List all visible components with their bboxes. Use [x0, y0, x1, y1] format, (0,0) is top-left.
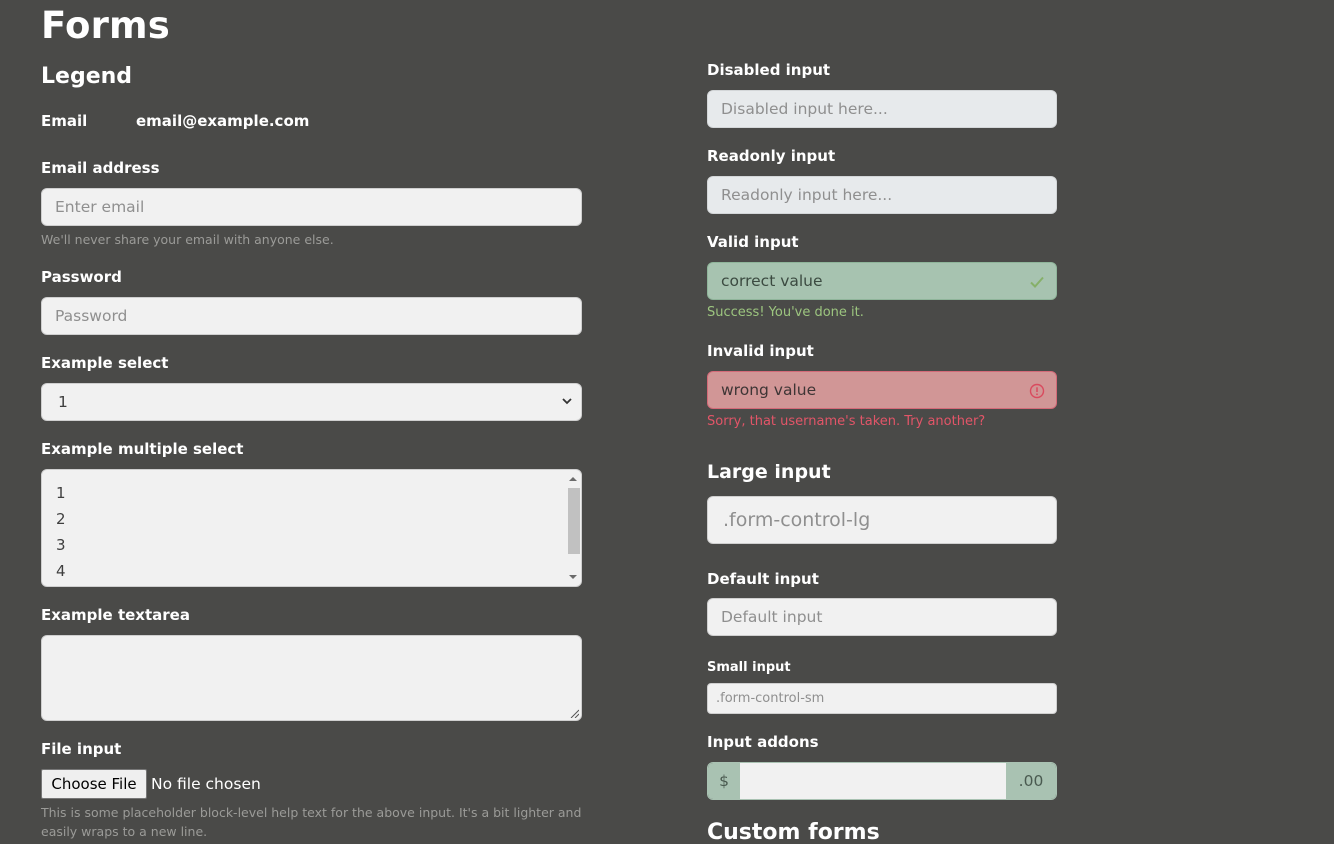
invalid-input-value: wrong value — [721, 381, 817, 399]
multi-option-4[interactable]: 4 — [56, 558, 66, 584]
large-input-heading: Large input — [707, 461, 831, 483]
invalid-feedback: Sorry, that username's taken. Try anothe… — [707, 414, 986, 429]
password-placeholder: Password — [55, 307, 128, 325]
password-label: Password — [41, 268, 122, 286]
invalid-input[interactable]: wrong value — [707, 371, 1057, 409]
multi-select-label: Example multiple select — [41, 440, 244, 458]
forms-page: Forms Legend Email email@example.com Ema… — [0, 0, 1334, 844]
multi-option-1[interactable]: 1 — [56, 480, 66, 506]
chevron-down-icon — [562, 398, 572, 405]
example-textarea[interactable] — [41, 635, 582, 721]
input-addon-group: $ .00 — [707, 762, 1057, 800]
readonly-input-label: Readonly input — [707, 147, 836, 165]
readonly-input[interactable]: Readonly input here... — [707, 176, 1057, 214]
multi-select-options: 1 2 3 4 — [56, 480, 66, 584]
select-label: Example select — [41, 354, 169, 372]
addon-suffix: .00 — [1006, 763, 1056, 799]
valid-input-value: correct value — [721, 272, 823, 290]
textarea-label: Example textarea — [41, 606, 190, 624]
multi-select-scrollbar[interactable] — [565, 471, 580, 585]
example-multiple-select[interactable]: 1 2 3 4 — [41, 469, 582, 587]
default-input-placeholder: Default input — [721, 608, 823, 626]
small-input-placeholder: .form-control-sm — [716, 691, 825, 706]
invalid-input-label: Invalid input — [707, 342, 814, 360]
default-input[interactable]: Default input — [707, 598, 1057, 636]
valid-feedback: Success! You've done it. — [707, 305, 864, 320]
static-email-value: email@example.com — [136, 112, 310, 130]
email-placeholder: Enter email — [55, 198, 145, 216]
page-title: Forms — [41, 4, 171, 47]
addon-amount-input[interactable] — [740, 763, 1006, 799]
default-input-label: Default input — [707, 570, 819, 588]
addon-prefix: $ — [708, 763, 740, 799]
large-input-placeholder: .form-control-lg — [723, 509, 871, 531]
scrollbar-thumb[interactable] — [568, 488, 580, 554]
choose-file-button[interactable]: Choose File — [41, 769, 147, 799]
file-help-text: This is some placeholder block-level hel… — [41, 805, 582, 839]
small-input-label: Small input — [707, 660, 791, 675]
file-status-text: No file chosen — [151, 775, 261, 793]
legend-heading: Legend — [41, 64, 133, 89]
small-input[interactable]: .form-control-sm — [707, 683, 1057, 714]
scroll-up-arrow-icon[interactable] — [569, 477, 577, 481]
multi-option-3[interactable]: 3 — [56, 532, 66, 558]
email-label: Email address — [41, 159, 160, 177]
valid-input[interactable]: correct value — [707, 262, 1057, 300]
error-icon — [1029, 383, 1045, 399]
resize-grip-icon[interactable] — [570, 709, 579, 718]
valid-input-label: Valid input — [707, 233, 799, 251]
password-field[interactable]: Password — [41, 297, 582, 335]
file-input-label: File input — [41, 740, 122, 758]
check-icon — [1030, 276, 1044, 288]
email-help-text: We'll never share your email with anyone… — [41, 232, 334, 247]
email-field[interactable]: Enter email — [41, 188, 582, 226]
scroll-down-arrow-icon[interactable] — [569, 575, 577, 579]
static-email-label: Email — [41, 112, 88, 130]
input-addons-label: Input addons — [707, 733, 819, 751]
select-value: 1 — [58, 393, 68, 411]
multi-option-2[interactable]: 2 — [56, 506, 66, 532]
disabled-input-placeholder: Disabled input here... — [721, 100, 888, 118]
readonly-input-placeholder: Readonly input here... — [721, 186, 893, 204]
disabled-input: Disabled input here... — [707, 90, 1057, 128]
example-select[interactable]: 1 — [41, 383, 582, 421]
disabled-input-label: Disabled input — [707, 61, 831, 79]
custom-forms-heading: Custom forms — [707, 820, 880, 844]
large-input[interactable]: .form-control-lg — [707, 496, 1057, 544]
